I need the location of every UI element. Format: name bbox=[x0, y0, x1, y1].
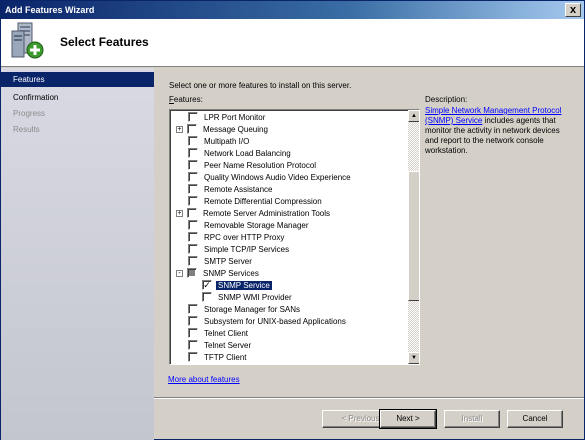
wizard-content: Select one or more features to install o… bbox=[154, 68, 584, 398]
feature-checkbox[interactable] bbox=[188, 184, 198, 194]
feature-row[interactable]: RPC over HTTP Proxy bbox=[188, 231, 286, 243]
feature-checkbox[interactable] bbox=[188, 196, 198, 206]
server-add-icon bbox=[11, 22, 44, 59]
feature-label: Remote Differential Compression bbox=[204, 196, 322, 206]
feature-label: Message Queuing bbox=[203, 124, 268, 134]
feature-row[interactable]: Remote Assistance bbox=[188, 183, 274, 195]
feature-checkbox[interactable] bbox=[188, 232, 198, 242]
feature-label: Remote Server Administration Tools bbox=[203, 208, 331, 218]
features-tree[interactable]: LPR Port Monitor + Message Queuing Multipat… bbox=[169, 109, 420, 365]
expand-icon[interactable]: + bbox=[176, 209, 183, 217]
collapse-icon[interactable]: - bbox=[176, 269, 183, 277]
feature-checkbox[interactable] bbox=[187, 268, 197, 278]
wizard-steps-nav: Features Confirmation Progress Results bbox=[1, 68, 154, 440]
feature-label: SMTP Server bbox=[204, 256, 252, 266]
feature-checkbox[interactable] bbox=[188, 352, 198, 362]
feature-checkbox[interactable] bbox=[188, 160, 198, 170]
nav-step-progress: Progress bbox=[13, 109, 46, 118]
features-label: Features: bbox=[169, 95, 203, 104]
scrollbar-thumb[interactable] bbox=[408, 171, 419, 301]
feature-row[interactable]: Windows Internal Database bbox=[188, 363, 304, 364]
nav-step-features[interactable]: Features bbox=[1, 72, 154, 87]
features-tree-list: LPR Port Monitor + Message Queuing Multipat… bbox=[170, 110, 408, 364]
feature-checkbox[interactable] bbox=[188, 316, 198, 326]
feature-label: Remote Assistance bbox=[204, 184, 273, 194]
feature-checkbox[interactable] bbox=[188, 340, 198, 350]
add-features-wizard-window: Add Features Wizard x Select Features Fe… bbox=[0, 0, 585, 440]
feature-label: SNMP WMI Provider bbox=[218, 292, 292, 302]
feature-row[interactable]: Telnet Client bbox=[188, 327, 250, 339]
feature-checkbox[interactable] bbox=[188, 112, 198, 122]
nav-step-confirmation[interactable]: Confirmation bbox=[1, 90, 154, 105]
feature-checkbox[interactable] bbox=[187, 208, 197, 218]
more-about-features-link[interactable]: More about features bbox=[168, 375, 240, 384]
feature-row[interactable]: TFTP Client bbox=[188, 351, 249, 363]
feature-label: Subsystem for UNIX-based Applications bbox=[204, 316, 346, 326]
scroll-down-icon[interactable]: ▼ bbox=[408, 352, 419, 364]
feature-checkbox[interactable] bbox=[188, 244, 198, 254]
cancel-button[interactable]: Cancel bbox=[507, 410, 563, 428]
feature-row[interactable]: Storage Manager for SANs bbox=[188, 303, 302, 315]
next-button[interactable]: Next > bbox=[379, 409, 437, 429]
feature-checkbox[interactable]: ✓ bbox=[202, 280, 212, 290]
feature-label: Removable Storage Manager bbox=[204, 220, 309, 230]
close-icon: x bbox=[569, 3, 577, 16]
footer-separator bbox=[154, 397, 584, 399]
feature-row[interactable]: LPR Port Monitor bbox=[188, 111, 267, 123]
feature-checkbox[interactable] bbox=[188, 172, 198, 182]
feature-row[interactable]: - SNMP Services bbox=[176, 267, 261, 279]
expand-icon[interactable]: + bbox=[176, 125, 183, 133]
feature-row[interactable]: Telnet Server bbox=[188, 339, 253, 351]
install-button[interactable]: Install bbox=[444, 410, 500, 428]
feature-label: TFTP Client bbox=[204, 352, 247, 362]
feature-label: Network Load Balancing bbox=[204, 148, 291, 158]
title-bar: Add Features Wizard x bbox=[1, 1, 584, 19]
feature-row[interactable]: Remote Differential Compression bbox=[188, 195, 324, 207]
window-title: Add Features Wizard bbox=[5, 5, 95, 15]
feature-row[interactable]: Removable Storage Manager bbox=[188, 219, 311, 231]
instruction-text: Select one or more features to install o… bbox=[169, 81, 352, 90]
nav-step-results: Results bbox=[13, 125, 40, 134]
feature-checkbox[interactable] bbox=[187, 124, 197, 134]
feature-label: Storage Manager for SANs bbox=[204, 304, 301, 314]
feature-checkbox[interactable] bbox=[188, 220, 198, 230]
feature-label: SNMP Services bbox=[203, 268, 259, 278]
wizard-header: Select Features bbox=[1, 19, 584, 67]
feature-row[interactable]: SMTP Server bbox=[188, 255, 254, 267]
feature-label: SNMP Service bbox=[215, 279, 273, 291]
feature-checkbox[interactable] bbox=[202, 292, 212, 302]
feature-label: Telnet Server bbox=[204, 340, 252, 350]
feature-row[interactable]: + Remote Server Administration Tools bbox=[176, 207, 332, 219]
feature-label: Multipath I/O bbox=[204, 136, 250, 146]
feature-label: Simple TCP/IP Services bbox=[204, 244, 290, 254]
feature-row[interactable]: SNMP WMI Provider bbox=[202, 291, 294, 303]
feature-label: Quality Windows Audio Video Experience bbox=[204, 172, 351, 182]
feature-row[interactable]: Network Load Balancing bbox=[188, 147, 293, 159]
feature-checkbox[interactable] bbox=[188, 304, 198, 314]
feature-row[interactable]: Simple TCP/IP Services bbox=[188, 243, 291, 255]
features-label-rest: eatures: bbox=[173, 95, 203, 104]
description-label: Description: bbox=[425, 95, 468, 104]
feature-label: LPR Port Monitor bbox=[204, 112, 266, 122]
feature-checkbox[interactable] bbox=[188, 256, 198, 266]
feature-checkbox[interactable] bbox=[188, 148, 198, 158]
feature-label: Telnet Client bbox=[204, 328, 249, 338]
feature-label: Peer Name Resolution Protocol bbox=[204, 160, 317, 170]
feature-label: RPC over HTTP Proxy bbox=[204, 232, 285, 242]
feature-row[interactable]: ✓ SNMP Service bbox=[202, 279, 273, 291]
close-button[interactable]: x bbox=[565, 3, 581, 17]
features-scrollbar[interactable]: ▲ ▼ bbox=[408, 110, 419, 364]
feature-row[interactable]: + Message Queuing bbox=[176, 123, 270, 135]
feature-row[interactable]: Multipath I/O bbox=[188, 135, 251, 147]
feature-row[interactable]: Quality Windows Audio Video Experience bbox=[188, 171, 353, 183]
feature-checkbox[interactable] bbox=[188, 136, 198, 146]
description-text: Simple Network Management Protocol (SNMP… bbox=[425, 106, 567, 156]
feature-row[interactable]: Peer Name Resolution Protocol bbox=[188, 159, 318, 171]
scroll-up-icon[interactable]: ▲ bbox=[408, 110, 419, 122]
feature-row[interactable]: Subsystem for UNIX-based Applications bbox=[188, 315, 348, 327]
page-title: Select Features bbox=[60, 35, 149, 49]
feature-checkbox[interactable] bbox=[188, 328, 198, 338]
